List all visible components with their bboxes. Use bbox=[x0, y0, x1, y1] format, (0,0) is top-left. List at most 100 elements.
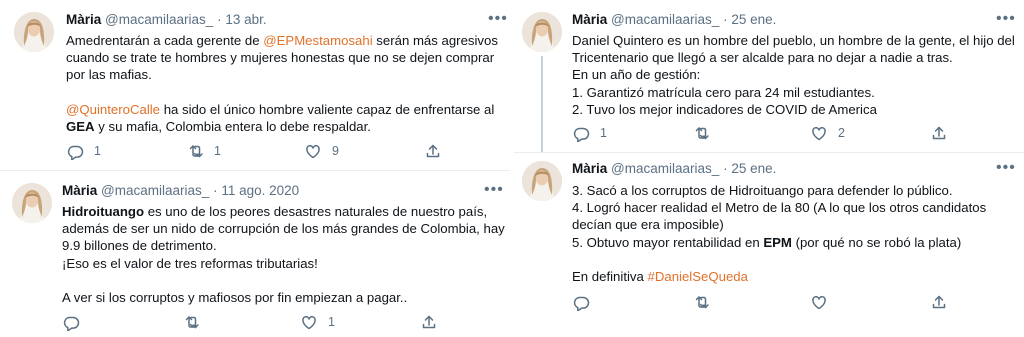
text-span: 2. Tuvo los mejor indicadores de COVID d… bbox=[572, 101, 877, 117]
author-name[interactable]: Mària bbox=[572, 12, 607, 27]
retweet-count: 1 bbox=[214, 144, 221, 158]
heart-icon bbox=[302, 315, 316, 330]
more-icon[interactable]: ••• bbox=[488, 11, 508, 27]
avatar-image bbox=[14, 12, 54, 52]
author-name[interactable]: Mària bbox=[62, 183, 97, 198]
tweet-line: Daniel Quintero es un hombre del pueblo,… bbox=[572, 32, 1015, 49]
text-span: 1. Garantizó matrícula cero para 24 mil … bbox=[572, 84, 875, 100]
avatar[interactable] bbox=[14, 12, 54, 52]
share-button[interactable] bbox=[424, 142, 442, 160]
tweet-line: Hidroituango es uno de los peores desast… bbox=[62, 203, 505, 220]
retweet-button[interactable] bbox=[182, 313, 210, 331]
text-span: serán más agresivos bbox=[372, 33, 498, 48]
tweet-line: ¡Eso es el valor de tres reformas tribut… bbox=[62, 255, 505, 272]
separator: · bbox=[217, 12, 222, 27]
text-span: cuando se trate te hombres y mujeres hon… bbox=[66, 50, 495, 66]
share-button[interactable] bbox=[420, 313, 438, 331]
like-button[interactable]: 1 bbox=[300, 313, 335, 331]
avatar[interactable] bbox=[12, 183, 52, 223]
like-count: 2 bbox=[838, 126, 845, 140]
tweet-actions: 1 1 9 bbox=[66, 142, 446, 162]
tweet-text: 3. Sacó a los corruptos de Hidroituango … bbox=[572, 182, 986, 285]
tweet-line: 5. Obtuvo mayor rentabilidad en EPM (por… bbox=[572, 234, 986, 251]
tweet-actions: 12 bbox=[572, 124, 952, 144]
tweet-text: Hidroituango es uno de los peores desast… bbox=[62, 203, 505, 306]
tweet[interactable]: Mària @macamilaarias_ · 25 ene. ••• 3. S… bbox=[514, 153, 1024, 337]
tweet[interactable]: Mària @macamilaarias_ · 25 ene. ••• Dani… bbox=[514, 0, 1024, 152]
tweet-line: 3. Sacó a los corruptos de Hidroituango … bbox=[572, 182, 986, 199]
tweet-line: En un año de gestión: bbox=[572, 66, 1015, 83]
mention-link[interactable]: @QuinteroCalle bbox=[66, 102, 160, 117]
tweet-header: Mària @macamilaarias_ · 13 abr. bbox=[66, 11, 267, 29]
retweet-button[interactable] bbox=[692, 293, 720, 311]
tweet-line: A ver si los corruptos y mafiosos por fi… bbox=[62, 289, 505, 306]
retweet-button[interactable]: 1 bbox=[186, 142, 221, 160]
separator: · bbox=[723, 12, 728, 27]
text-span: 4. Logró hacer realidad el Metro de la 8… bbox=[572, 200, 987, 216]
reply-button[interactable]: 1 bbox=[572, 124, 607, 142]
author-name[interactable]: Mària bbox=[572, 161, 607, 176]
text-span: es uno de los peores desastres naturales… bbox=[144, 204, 488, 219]
more-icon[interactable]: ••• bbox=[996, 160, 1016, 176]
avatar-image bbox=[12, 183, 52, 223]
reply-button[interactable] bbox=[572, 293, 600, 311]
text-span: 3. Sacó a los corruptos de Hidroituango … bbox=[572, 183, 953, 198]
reply-button[interactable] bbox=[62, 313, 90, 331]
retweet-icon bbox=[695, 127, 709, 140]
more-icon[interactable]: ••• bbox=[996, 11, 1016, 27]
text-span: por las mafias. bbox=[66, 67, 152, 83]
reply-count: 1 bbox=[94, 144, 101, 158]
author-handle[interactable]: @macamilaarias_ bbox=[611, 161, 719, 176]
like-button[interactable] bbox=[810, 293, 838, 311]
text-span: y su mafia, Colombia entera lo debe resp… bbox=[94, 119, 371, 134]
tweet-date[interactable]: 25 ene. bbox=[731, 12, 776, 27]
share-button[interactable] bbox=[930, 293, 948, 311]
tweet-line: además de ser un nido de corrupción de l… bbox=[62, 220, 505, 237]
retweet-button[interactable] bbox=[692, 124, 720, 142]
hashtag-link[interactable]: #DanielSeQueda bbox=[648, 269, 748, 284]
tweet-line: decían que era imposible) bbox=[572, 216, 986, 233]
tweet-header: Mària @macamilaarias_ · 25 ene. bbox=[572, 11, 776, 29]
tweet-line: 1. Garantizó matrícula cero para 24 mil … bbox=[572, 84, 1015, 101]
text-span: ¡Eso es el valor de tres reformas tribut… bbox=[62, 255, 318, 271]
tweet-date[interactable]: 25 ene. bbox=[731, 161, 776, 176]
avatar-image bbox=[522, 12, 562, 52]
share-button[interactable] bbox=[930, 124, 948, 142]
author-name[interactable]: Mària bbox=[66, 12, 101, 27]
separator: · bbox=[213, 183, 218, 198]
avatar[interactable] bbox=[522, 12, 562, 52]
tweet-header: Mària @macamilaarias_ · 11 ago. 2020 bbox=[62, 182, 299, 200]
tweet-date[interactable]: 13 abr. bbox=[225, 12, 266, 27]
tweet-line: cuando se trate te hombres y mujeres hon… bbox=[66, 49, 498, 66]
reply-icon bbox=[573, 127, 590, 142]
text-span: En definitiva bbox=[572, 269, 648, 284]
like-count: 1 bbox=[328, 315, 335, 329]
avatar[interactable] bbox=[522, 161, 562, 201]
text-span: 5. Obtuvo mayor rentabilidad en bbox=[572, 234, 764, 250]
author-handle[interactable]: @macamilaarias_ bbox=[611, 12, 719, 27]
tweet-date[interactable]: 11 ago. 2020 bbox=[221, 183, 299, 198]
like-button[interactable]: 9 bbox=[304, 142, 339, 160]
thread-line bbox=[541, 56, 543, 152]
text-span: decían que era imposible) bbox=[572, 217, 724, 233]
author-handle[interactable]: @macamilaarias_ bbox=[105, 12, 213, 27]
tweet-header: Mària @macamilaarias_ · 25 ene. bbox=[572, 160, 776, 178]
author-handle[interactable]: @macamilaarias_ bbox=[101, 183, 209, 198]
retweet-icon bbox=[189, 145, 203, 158]
separator: · bbox=[723, 161, 728, 176]
text-span: 9.9 billones de detrimento. bbox=[62, 238, 217, 254]
text-span: (por qué no se robó la plata) bbox=[791, 234, 962, 250]
text-span: En un año de gestión: bbox=[572, 67, 701, 83]
more-icon[interactable]: ••• bbox=[484, 182, 504, 198]
share-icon bbox=[932, 295, 946, 309]
retweet-icon bbox=[185, 316, 199, 329]
mention-link[interactable]: @EPMestamosahi bbox=[263, 33, 372, 48]
tweet[interactable]: Mària @macamilaarias_ · 11 ago. 2020 •••… bbox=[0, 171, 510, 337]
text-span: ha sido el único hombre valiente capaz d… bbox=[160, 101, 495, 117]
like-button[interactable]: 2 bbox=[810, 124, 845, 142]
tweet-actions bbox=[572, 293, 952, 313]
reply-button[interactable]: 1 bbox=[66, 142, 101, 160]
reply-count: 1 bbox=[600, 126, 607, 140]
tweet[interactable]: Mària @macamilaarias_ · 13 abr. ••• Amed… bbox=[0, 0, 510, 170]
